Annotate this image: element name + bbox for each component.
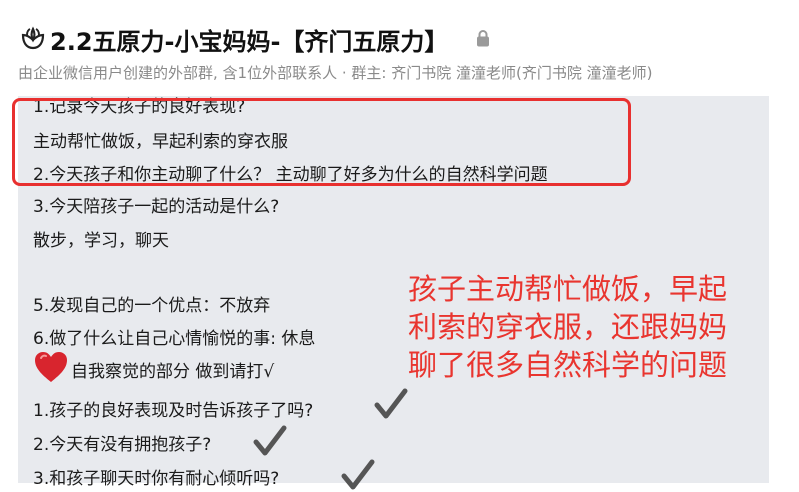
heart-icon (35, 352, 67, 382)
check-mark-icon (374, 388, 408, 419)
chat-subtitle: 由企业微信用户创建的外部群, 含1位外部联系人 · 群主: 齐门书院 潼潼老师(… (18, 64, 653, 82)
flower-group-icon (21, 26, 45, 50)
chat-header: 2.2五原力-小宝妈妈-【齐门五原力】 由企业微信用户创建的外部群, 含1位外部… (0, 0, 799, 96)
message-line: 自我察觉的部分 做到请打√ (71, 362, 275, 382)
message-line: 3.和孩子聊天时你有耐心倾听吗? (33, 469, 280, 489)
chat-title: 2.2五原力-小宝妈妈-【齐门五原力】 (50, 28, 449, 56)
message-line: 1.孩子的良好表现及时告诉孩子了吗? (33, 401, 314, 421)
message-line: 5.发现自己的一个优点：不放弃 (33, 296, 271, 316)
highlight-box (12, 98, 631, 186)
message-line: 2.今天有没有拥抱孩子? (33, 435, 212, 455)
check-mark-icon (253, 425, 287, 456)
annotation-text: 孩子主动帮忙做饭，早起 利索的穿衣服，还跟妈妈 聊了很多自然科学的问题 (408, 272, 728, 382)
message-line: 3.今天陪孩子一起的活动是什么? (33, 197, 280, 217)
check-mark-icon (341, 459, 375, 490)
message-line: 6.做了什么让自己心情愉悦的事: 休息 (33, 329, 316, 349)
lock-icon[interactable] (476, 29, 490, 47)
message-line: 散步，学习，聊天 (33, 231, 169, 251)
